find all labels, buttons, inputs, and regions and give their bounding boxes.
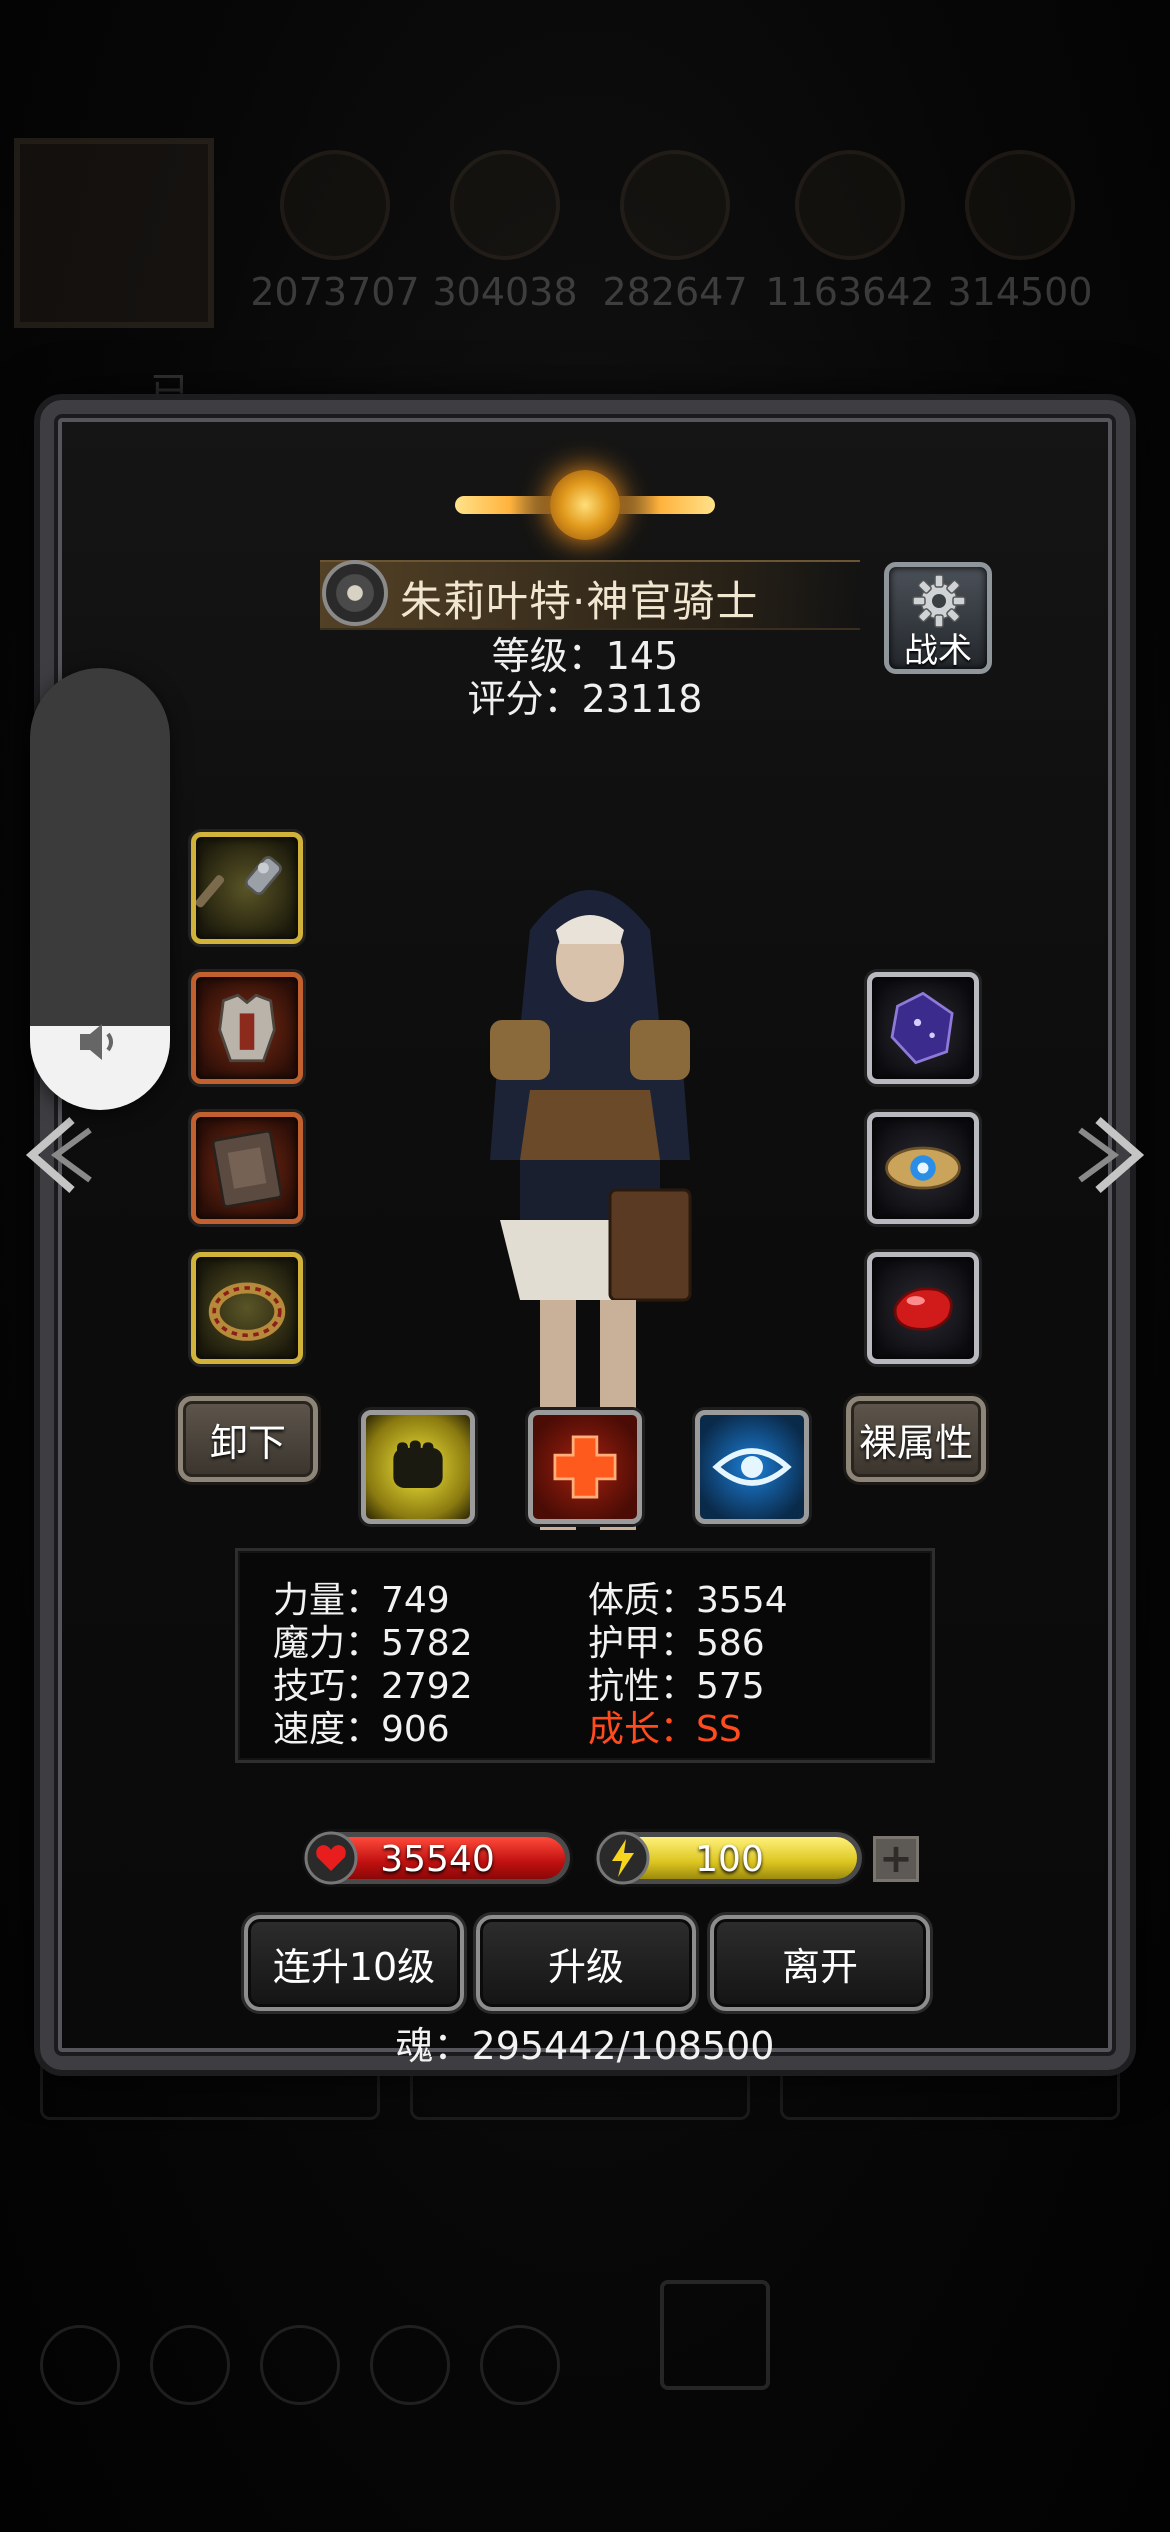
hp-bar: 35540	[304, 1831, 570, 1885]
resource-value: 1163642	[765, 270, 935, 314]
mace-icon	[196, 856, 282, 908]
resource-icon	[450, 150, 560, 260]
previous-hero-arrow-icon[interactable]	[12, 1110, 102, 1200]
tactics-label: 战术	[904, 631, 972, 671]
menu-icon	[40, 2325, 120, 2405]
menu-icon	[370, 2325, 450, 2405]
eye-icon	[712, 1448, 792, 1486]
menu-icon	[260, 2325, 340, 2405]
purple-gem-icon	[890, 991, 954, 1065]
add-energy-button[interactable]: +	[873, 1836, 919, 1882]
resource-icon	[795, 150, 905, 260]
hero-name: 朱莉叶特·神官骑士	[400, 577, 759, 626]
panel-crest	[455, 462, 715, 552]
red-stone-icon	[893, 1287, 953, 1331]
crest-wing-right	[605, 496, 715, 514]
resource-row: 2073707 304038 282647 1163642 314500	[250, 150, 1110, 314]
resource-value: 314500	[947, 270, 1093, 314]
stat-speed: 速度：906	[273, 1709, 450, 1750]
next-hero-arrow-icon[interactable]	[1068, 1110, 1158, 1200]
heal-cross-icon	[553, 1435, 617, 1499]
equip-slot-stone[interactable]	[867, 1252, 979, 1364]
stats-panel: 力量：749 魔力：5782 技巧：2792 速度：906 体质：3554 护甲…	[235, 1548, 935, 1763]
energy-value: 100	[695, 1839, 764, 1880]
unequip-button[interactable]: 卸下	[178, 1396, 318, 1482]
resource-icon	[620, 150, 730, 260]
naked-attributes-button[interactable]: 裸属性	[846, 1396, 986, 1482]
ring-icon	[208, 1282, 286, 1341]
equip-slot-book[interactable]	[191, 1112, 303, 1224]
leave-button[interactable]: 离开	[710, 1915, 930, 2011]
chest-armor-icon	[218, 993, 276, 1063]
tactics-button[interactable]: 战术	[884, 562, 992, 674]
menu-icon	[150, 2325, 230, 2405]
crest-emblem	[550, 470, 620, 540]
background-menu-icons	[30, 2325, 590, 2425]
soul-counter: 魂：295442/108500	[395, 2024, 775, 2068]
rune-heal[interactable]	[528, 1410, 642, 1524]
hp-value: 35540	[380, 1839, 495, 1880]
rune-insight[interactable]	[695, 1410, 809, 1524]
blue-eye-amulet-icon	[885, 1146, 961, 1190]
equip-slot-ring[interactable]	[191, 1252, 303, 1364]
background-chest	[660, 2280, 770, 2390]
crest-wing-left	[455, 496, 565, 514]
resource-icon	[965, 150, 1075, 260]
equip-slot-weapon[interactable]	[191, 832, 303, 944]
tome-icon	[211, 1129, 283, 1208]
player-avatar	[14, 138, 214, 328]
gear-icon	[912, 574, 966, 628]
menu-icon	[480, 2325, 560, 2405]
resource-value: 304038	[432, 270, 578, 314]
hero-score: 评分：23118	[467, 677, 703, 721]
resource-icon	[280, 150, 390, 260]
equip-slot-gem[interactable]	[867, 972, 979, 1084]
equip-slot-amulet[interactable]	[867, 1112, 979, 1224]
equip-slot-armor[interactable]	[191, 972, 303, 1084]
energy-bar: 100	[596, 1831, 862, 1885]
rune-strength[interactable]	[361, 1410, 475, 1524]
volume-slider[interactable]	[30, 668, 170, 1110]
fist-icon	[393, 1440, 443, 1488]
class-badge-icon	[322, 560, 388, 626]
resource-value: 2073707	[250, 270, 420, 314]
level-up-button[interactable]: 升级	[476, 1915, 696, 2011]
speaker-icon	[80, 1024, 113, 1060]
resource-value: 282647	[602, 270, 748, 314]
level-up-10-button[interactable]: 连升10级	[244, 1915, 464, 2011]
stat-growth: 成长：SS	[588, 1709, 742, 1750]
